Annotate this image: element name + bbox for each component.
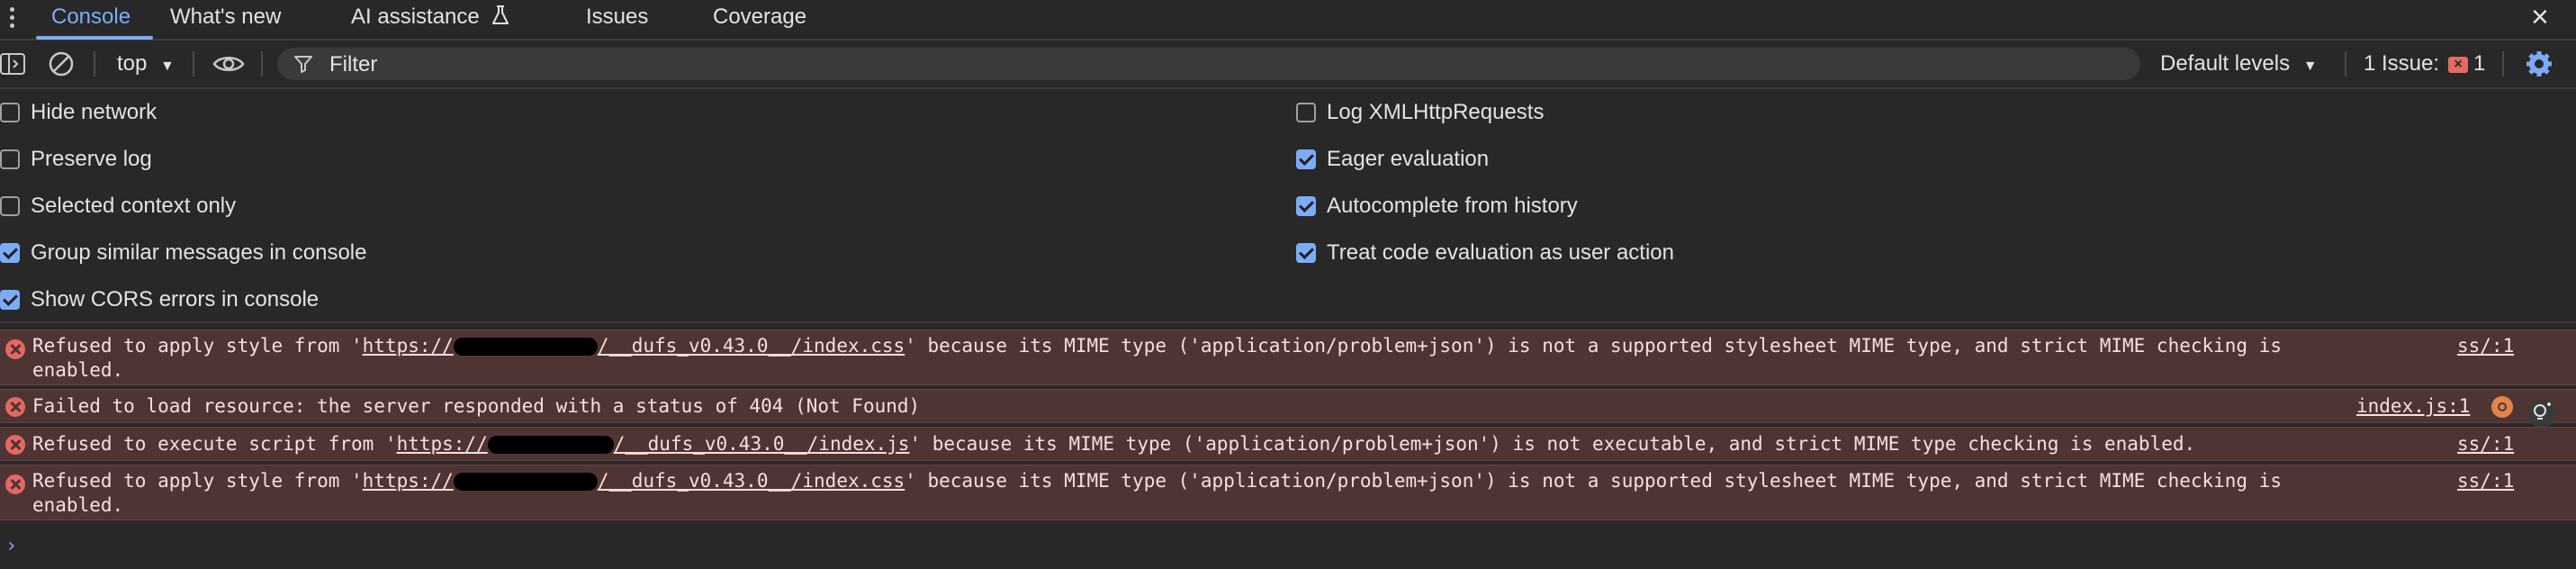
error-icon <box>5 339 25 359</box>
toolbar-divider <box>261 51 263 77</box>
checkbox[interactable] <box>1296 103 1316 122</box>
active-tab-indicator <box>36 36 153 40</box>
checkbox[interactable] <box>0 149 20 169</box>
toolbar-divider <box>94 51 95 77</box>
checkbox[interactable] <box>0 243 20 263</box>
context-selector[interactable]: top ▼ <box>117 41 175 87</box>
message-url-link[interactable]: https:// /__dufs_v0.43.0__/index.js <box>397 433 910 455</box>
checkbox[interactable] <box>1296 149 1316 169</box>
checkbox[interactable] <box>0 103 20 122</box>
tab-ai-assistance-label: AI assistance <box>351 5 480 29</box>
console-prompt-chevron-icon[interactable]: › <box>5 535 17 557</box>
error-icon <box>5 397 25 417</box>
tab-ai-assistance[interactable]: AI assistance <box>351 0 510 39</box>
message-url-link[interactable]: https:// /__dufs_v0.43.0__/index.css <box>363 470 905 492</box>
filter-icon <box>294 56 312 73</box>
option-label: Selected context only <box>31 194 237 218</box>
redacted-host <box>453 473 598 491</box>
error-badge-icon: × <box>2448 56 2469 73</box>
context-selector-value: top <box>117 51 148 76</box>
url-path: /__dufs_v0.43.0__/index.css <box>597 335 905 357</box>
log-levels-dropdown[interactable]: Default levels ▼ <box>2160 41 2318 87</box>
sidebar-toggle-icon[interactable] <box>0 52 25 76</box>
console-error-message: Refused to apply style from 'https:// /__… <box>0 330 2576 385</box>
console-error-message: Failed to load resource: the server resp… <box>0 389 2576 423</box>
issues-counter[interactable]: 1 Issue: × 1 <box>2364 41 2485 87</box>
message-prefix: Refused to apply style from ' <box>32 335 363 357</box>
clear-console-icon[interactable] <box>49 51 74 77</box>
message-suffix: ' because its MIME type ('application/pr… <box>909 433 2196 455</box>
option-label: Preserve log <box>31 147 152 171</box>
chevron-down-icon: ▼ <box>2302 59 2318 74</box>
checkbox[interactable] <box>1296 196 1316 216</box>
message-text: Failed to load resource: the server resp… <box>32 395 921 417</box>
tab-coverage[interactable]: Coverage <box>713 0 806 39</box>
eye-icon[interactable] <box>212 53 245 75</box>
checkbox[interactable] <box>0 290 20 310</box>
console-error-message: Refused to apply style from 'https:// /__… <box>0 465 2576 520</box>
option-label: Log XMLHttpRequests <box>1327 100 1545 124</box>
option-label: Treat code evaluation as user action <box>1327 240 1675 265</box>
issues-count: 1 <box>2473 51 2486 76</box>
log-levels-value: Default levels <box>2160 51 2291 76</box>
url-scheme: https:// <box>396 433 488 455</box>
toolbar-divider <box>2502 51 2504 77</box>
tab-whats-new[interactable]: What's new <box>170 0 281 39</box>
option-label: Autocomplete from history <box>1327 194 1578 218</box>
toolbar-divider <box>193 51 194 77</box>
message-text: Refused to apply style from 'https:// /__… <box>32 469 2373 518</box>
issues-label: 1 Issue: <box>2364 51 2440 76</box>
option-label: Show CORS errors in console <box>31 287 320 312</box>
filter-input[interactable] <box>328 48 2122 82</box>
url-path: /__dufs_v0.43.0__/index.css <box>597 470 905 492</box>
redacted-host <box>453 338 598 356</box>
console-settings-panel: Hide network Preserve log Selected conte… <box>0 89 2576 323</box>
more-menu-icon[interactable] <box>5 4 18 36</box>
message-prefix: Refused to execute script from ' <box>32 433 397 455</box>
close-devtools-icon[interactable]: × <box>2531 0 2549 36</box>
chevron-down-icon: ▼ <box>160 59 175 74</box>
console-toolbar: top ▼ Default levels ▼ 1 Issue: ×1 <box>0 41 2576 89</box>
lightbulb-icon[interactable] <box>2527 399 2556 428</box>
tab-issues[interactable]: Issues <box>586 0 648 39</box>
message-source-link[interactable]: ss/:1 <box>2457 432 2514 456</box>
checkbox[interactable] <box>0 196 20 216</box>
redacted-host <box>487 436 614 454</box>
filter-field[interactable] <box>277 48 2140 82</box>
message-url-link[interactable]: https:// /__dufs_v0.43.0__/index.css <box>363 335 905 357</box>
lightbulb-glyph-icon <box>2534 402 2551 420</box>
checkbox[interactable] <box>1296 243 1316 263</box>
message-source-link[interactable]: index.js:1 <box>2356 394 2470 419</box>
message-text: Refused to apply style from 'https:// /__… <box>32 334 2373 383</box>
flask-icon <box>492 5 509 24</box>
message-source-link[interactable]: ss/:1 <box>2457 469 2514 493</box>
devtools-tabbar: Console What's new AI assistance Issues … <box>0 0 2576 41</box>
message-prefix: Refused to apply style from ' <box>32 470 363 492</box>
url-scheme: https:// <box>362 335 454 357</box>
option-label: Eager evaluation <box>1327 147 1490 171</box>
console-error-message: Refused to execute script from 'https://… <box>0 427 2576 461</box>
error-icon <box>5 435 25 455</box>
option-label: Hide network <box>31 100 158 124</box>
network-request-icon[interactable] <box>2491 396 2513 418</box>
error-icon <box>5 474 25 494</box>
message-source-link[interactable]: ss/:1 <box>2457 334 2514 358</box>
url-scheme: https:// <box>362 470 454 492</box>
option-label: Group similar messages in console <box>31 240 367 265</box>
url-path: /__dufs_v0.43.0__/index.js <box>613 433 910 455</box>
tab-console[interactable]: Console <box>51 0 131 39</box>
toolbar-divider <box>2345 51 2346 77</box>
message-text: Refused to execute script from 'https://… <box>32 432 2373 456</box>
settings-gear-icon[interactable] <box>2526 50 2553 77</box>
